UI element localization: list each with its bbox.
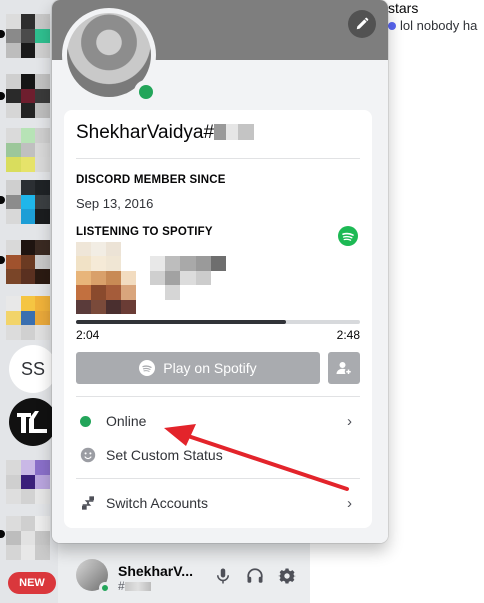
deafen-button[interactable] <box>244 565 266 587</box>
listening-heading: LISTENING TO SPOTIFY <box>76 226 213 238</box>
playback-progress-bar <box>76 320 360 324</box>
server-icon[interactable] <box>6 460 50 504</box>
spotify-icon <box>338 226 358 246</box>
gear-icon <box>278 568 296 584</box>
play-on-spotify-label: Play on Spotify <box>163 360 257 376</box>
user-settings-button[interactable] <box>276 565 298 587</box>
switch-accounts-label: Switch Accounts <box>106 495 208 511</box>
server-icon[interactable] <box>6 240 50 284</box>
switch-accounts-icon <box>82 496 94 510</box>
status-online-label: Online <box>106 413 147 429</box>
set-custom-status-item[interactable]: Set Custom Status <box>76 438 360 472</box>
set-custom-status-label: Set Custom Status <box>106 447 223 463</box>
smiley-icon <box>80 447 96 463</box>
unread-indicator <box>0 92 5 100</box>
online-status-dot <box>99 582 111 594</box>
server-icon[interactable] <box>6 14 50 58</box>
member-since-date: Sep 13, 2016 <box>76 196 154 211</box>
album-art[interactable] <box>76 242 136 314</box>
add-person-icon <box>336 362 353 376</box>
headphones-icon <box>247 568 263 583</box>
profile-card: ShekharVaidya# DISCORD MEMBER SINCE Sep … <box>64 110 372 528</box>
profile-avatar[interactable] <box>62 8 158 104</box>
playback-progress-fill <box>76 320 287 324</box>
play-on-spotify-button[interactable]: Play on Spotify <box>76 352 320 384</box>
status-online-item[interactable]: Online › <box>76 404 360 438</box>
switch-accounts-item[interactable]: Switch Accounts › <box>76 486 360 520</box>
online-status-indicator <box>134 80 158 104</box>
server-icon[interactable] <box>6 128 50 172</box>
mute-button[interactable] <box>212 565 234 587</box>
track-info-blur <box>150 256 226 300</box>
unread-indicator <box>0 256 5 264</box>
tl-logo-icon <box>17 411 47 433</box>
profile-username: ShekharVaidya# <box>76 122 215 143</box>
server-icon-ss[interactable]: SS <box>9 345 57 393</box>
divider <box>76 478 360 479</box>
online-status-icon <box>80 415 91 427</box>
new-badge[interactable]: NEW <box>6 570 58 596</box>
divider <box>76 396 360 397</box>
server-icon-tl[interactable] <box>9 398 57 446</box>
chat-peek: stars lol nobody ha <box>388 0 484 60</box>
divider <box>76 158 360 159</box>
profile-popout: ShekharVaidya# DISCORD MEMBER SINCE Sep … <box>52 0 388 543</box>
user-tag: # <box>118 579 151 593</box>
chevron-right-icon: › <box>347 494 352 512</box>
server-icon[interactable] <box>6 180 50 224</box>
channel-name-fragment: stars <box>388 0 419 16</box>
discriminator-blur <box>214 124 255 140</box>
server-icon[interactable] <box>6 296 50 340</box>
profile-display-name[interactable]: ShekharVaidya# <box>76 122 255 144</box>
unread-indicator <box>0 30 5 38</box>
unread-indicator <box>0 530 5 538</box>
user-name[interactable]: ShekharV... <box>118 563 193 579</box>
listen-along-button[interactable] <box>328 352 360 384</box>
chevron-right-icon: › <box>347 412 352 430</box>
microphone-icon <box>217 568 229 584</box>
spotify-icon <box>139 360 156 376</box>
reply-dot-icon <box>388 22 396 30</box>
user-tag-text: # <box>118 579 125 593</box>
message-preview: lol nobody ha <box>388 18 477 33</box>
unread-indicator <box>0 196 5 204</box>
server-rail: SS NEW <box>0 0 58 603</box>
server-icon[interactable] <box>6 516 50 560</box>
server-icon[interactable] <box>6 74 50 118</box>
tag-blur <box>124 582 151 591</box>
user-avatar[interactable] <box>76 559 111 594</box>
elapsed-time: 2:04 <box>76 328 100 342</box>
message-text: lol nobody ha <box>400 18 478 33</box>
total-time: 2:48 <box>336 328 360 342</box>
member-since-heading: DISCORD MEMBER SINCE <box>76 174 226 186</box>
edit-profile-button[interactable] <box>348 10 376 38</box>
user-panel: ShekharV... # <box>58 543 310 603</box>
pencil-icon <box>356 17 369 30</box>
